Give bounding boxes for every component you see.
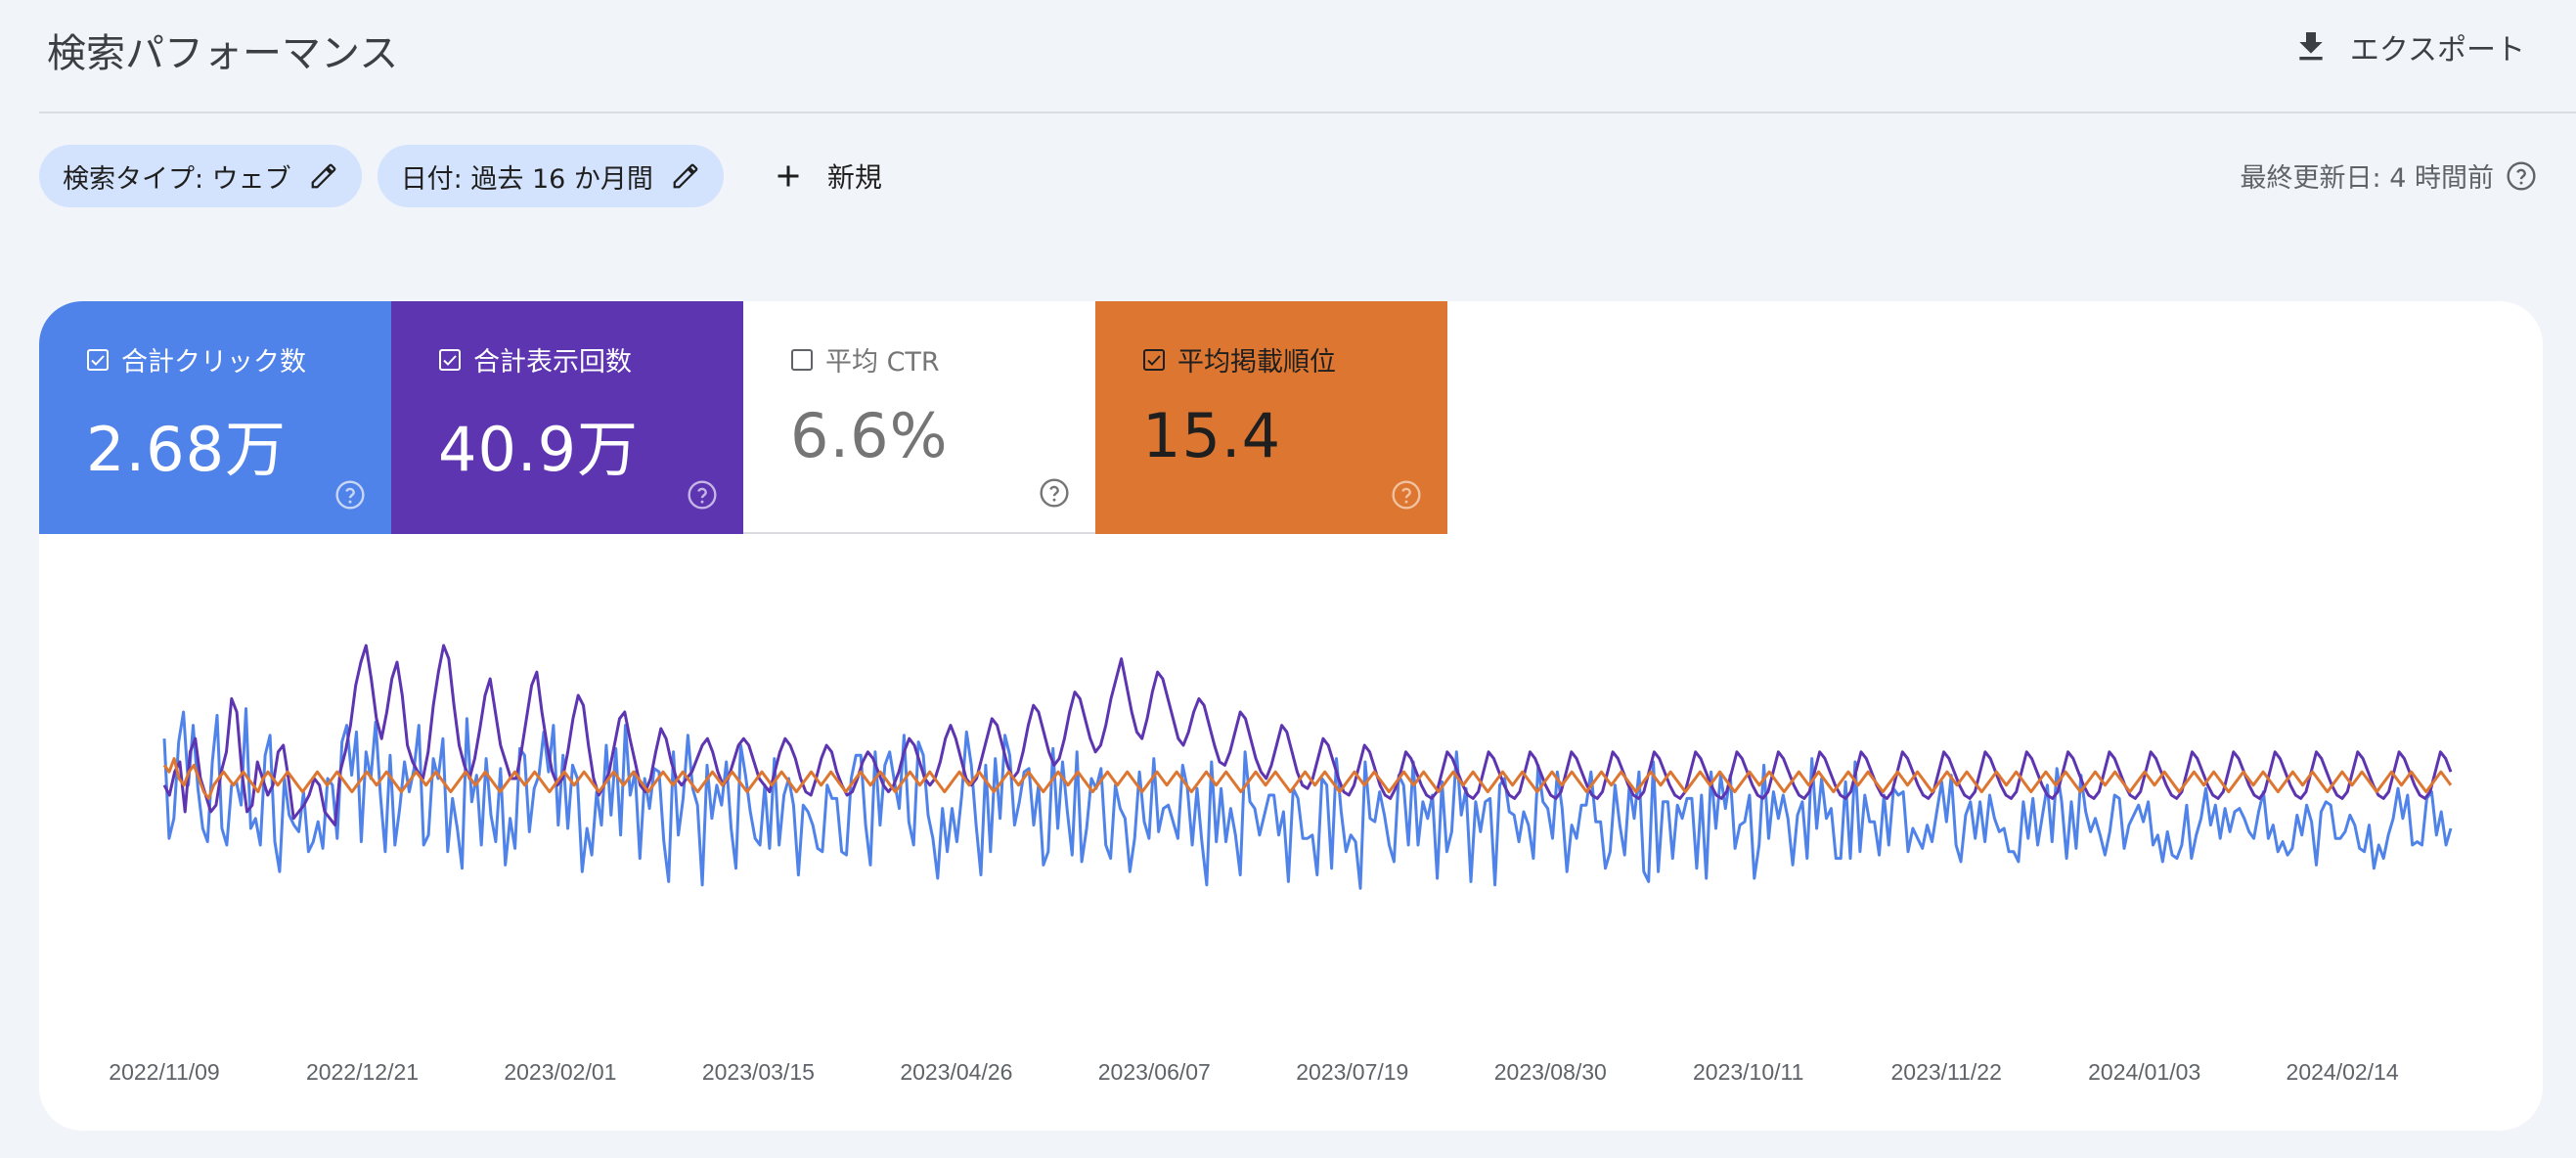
new-filter-button[interactable]: 新規 — [751, 145, 902, 207]
date-range-label: 日付: 過去 16 か月間 — [400, 163, 653, 195]
metric-value: 15.4 — [1142, 400, 1282, 471]
page-title: 検索パフォーマンス — [47, 31, 399, 76]
performance-card: 合計クリック数 2.68万 合計表示回数 40.9万 平均 CTR 6.6% 平… — [39, 301, 2543, 1131]
chart-lines — [162, 644, 2453, 890]
metric-value: 6.6% — [790, 400, 949, 471]
metric-label: 合計表示回数 — [473, 347, 632, 378]
export-label: エクスポート — [2349, 33, 2525, 67]
download-icon — [2299, 32, 2323, 61]
x-tick-label: 2023/10/11 — [1693, 1059, 1803, 1085]
search-type-label: 検索タイプ: ウェブ — [63, 163, 291, 195]
header: 検索パフォーマンス エクスポート — [0, 0, 2576, 111]
checkbox-checked-icon — [1143, 348, 1165, 371]
checkbox-unchecked-icon — [791, 348, 813, 371]
new-filter-label: 新規 — [826, 161, 882, 194]
last-updated-text: 最終更新日: 4 時間前 — [2240, 163, 2494, 194]
checkbox-checked-icon — [87, 348, 109, 371]
search-type-chip[interactable]: 検索タイプ: ウェブ — [39, 145, 362, 207]
metric-tiles: 合計クリック数 2.68万 合計表示回数 40.9万 平均 CTR 6.6% 平… — [39, 301, 1447, 534]
x-tick-label: 2023/06/07 — [1098, 1059, 1211, 1085]
x-tick-label: 2023/08/30 — [1494, 1059, 1607, 1085]
last-updated: 最終更新日: 4 時間前 — [2241, 156, 2537, 195]
x-tick-label: 2024/02/14 — [2287, 1059, 2399, 1085]
metric-average-position[interactable]: 平均掲載順位 15.4 — [1095, 301, 1447, 534]
x-tick-label: 2023/07/19 — [1296, 1059, 1408, 1085]
x-tick-label: 2023/04/26 — [900, 1059, 1012, 1085]
edit-icon — [673, 163, 698, 189]
x-tick-label: 2024/01/03 — [2088, 1059, 2200, 1085]
metric-total-impressions[interactable]: 合計表示回数 40.9万 — [391, 301, 743, 534]
metric-label: 平均掲載順位 — [1177, 347, 1336, 378]
export-button[interactable]: エクスポート — [2291, 25, 2525, 68]
x-tick-label: 2023/11/22 — [1890, 1059, 2001, 1085]
series-line-0 — [162, 707, 2453, 890]
help-icon[interactable] — [2506, 160, 2537, 192]
help-icon[interactable] — [334, 479, 366, 511]
metric-label: 平均 CTR — [825, 347, 940, 378]
x-tick-label: 2022/11/09 — [109, 1059, 219, 1085]
date-range-chip[interactable]: 日付: 過去 16 か月間 — [377, 145, 724, 207]
metric-average-ctr[interactable]: 平均 CTR 6.6% — [743, 301, 1095, 534]
metric-value: 2.68万 — [86, 414, 288, 485]
series-line-1 — [162, 644, 2453, 827]
edit-icon — [311, 163, 336, 189]
performance-chart: 2022/11/09 2022/12/21 2023/02/01 2023/03/15… — [109, 644, 2453, 1085]
checkbox-checked-icon — [439, 348, 461, 371]
chart-x-axis: 2022/11/09 2022/12/21 2023/02/01 2023/03/15… — [109, 1059, 2399, 1085]
filter-bar: 検索タイプ: ウェブ 日付: 過去 16 か月間 新規 — [39, 145, 902, 207]
help-icon[interactable] — [1391, 479, 1422, 511]
metric-total-clicks[interactable]: 合計クリック数 2.68万 — [39, 301, 391, 534]
metric-label: 合計クリック数 — [121, 347, 306, 378]
x-tick-label: 2022/12/21 — [306, 1059, 419, 1085]
help-icon[interactable] — [1039, 477, 1070, 509]
x-tick-label: 2023/02/01 — [504, 1059, 616, 1085]
header-divider — [39, 111, 2576, 113]
metric-value: 40.9万 — [438, 414, 640, 485]
plus-icon — [777, 165, 799, 187]
x-tick-label: 2023/03/15 — [702, 1059, 815, 1085]
help-icon[interactable] — [687, 479, 718, 511]
